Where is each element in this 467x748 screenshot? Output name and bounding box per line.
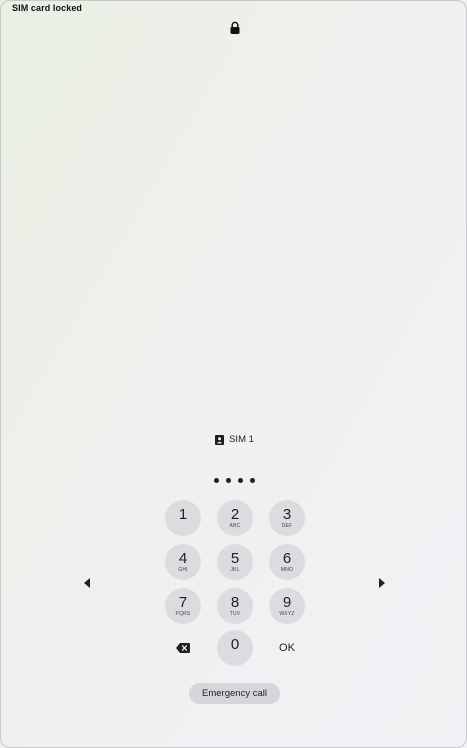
status-bar-text: SIM card locked [12,3,83,13]
key-digit: 1 [178,506,188,523]
chevron-left-icon[interactable] [82,577,92,589]
key-digit: 9 [282,594,292,611]
key-letters: ABC [229,523,241,529]
key-digit: 3 [282,506,292,523]
sim-card-icon [215,434,225,445]
backspace-button[interactable] [165,630,201,666]
key-letters: GHI [178,567,188,573]
key-letters: PQRS [175,611,191,617]
key-8[interactable]: 8 TUV [217,588,253,624]
chevron-right-icon[interactable] [377,577,387,589]
pin-dot [214,478,219,483]
ok-button[interactable]: OK [269,630,305,666]
key-digit: 2 [230,506,240,523]
pin-dot [226,478,231,483]
key-4[interactable]: 4 GHI [165,544,201,580]
pin-dot [250,478,255,483]
pin-entry-dots [1,478,466,483]
key-digit: 5 [230,550,240,567]
backspace-icon [176,643,190,653]
key-letters: WXYZ [279,611,295,617]
key-9[interactable]: 9 WXYZ [269,588,305,624]
key-letters: JKL [230,567,240,573]
emergency-call-button[interactable]: Emergency call [189,683,280,704]
key-letters: TUV [229,611,241,617]
lock-icon [230,21,240,34]
key-0[interactable]: 0 [217,630,253,666]
key-6[interactable]: 6 MNO [269,544,305,580]
key-digit: 7 [178,594,188,611]
key-letters: MNO [280,567,294,573]
key-digit: 6 [282,550,292,567]
key-digit: 0 [230,636,240,653]
sim-selector: SIM 1 [1,434,466,445]
key-1[interactable]: 1 [165,500,201,536]
key-digit: 4 [178,550,188,567]
key-digit: 8 [230,594,240,611]
ok-label: OK [279,642,295,654]
pin-dot [238,478,243,483]
lockscreen: SIM card locked SIM 1 1 2 ABC 3 DEF 4 GH… [0,0,467,748]
key-letters: DEF [281,523,293,529]
key-5[interactable]: 5 JKL [217,544,253,580]
key-3[interactable]: 3 DEF [269,500,305,536]
key-2[interactable]: 2 ABC [217,500,253,536]
key-7[interactable]: 7 PQRS [165,588,201,624]
sim-label: SIM 1 [229,434,254,445]
